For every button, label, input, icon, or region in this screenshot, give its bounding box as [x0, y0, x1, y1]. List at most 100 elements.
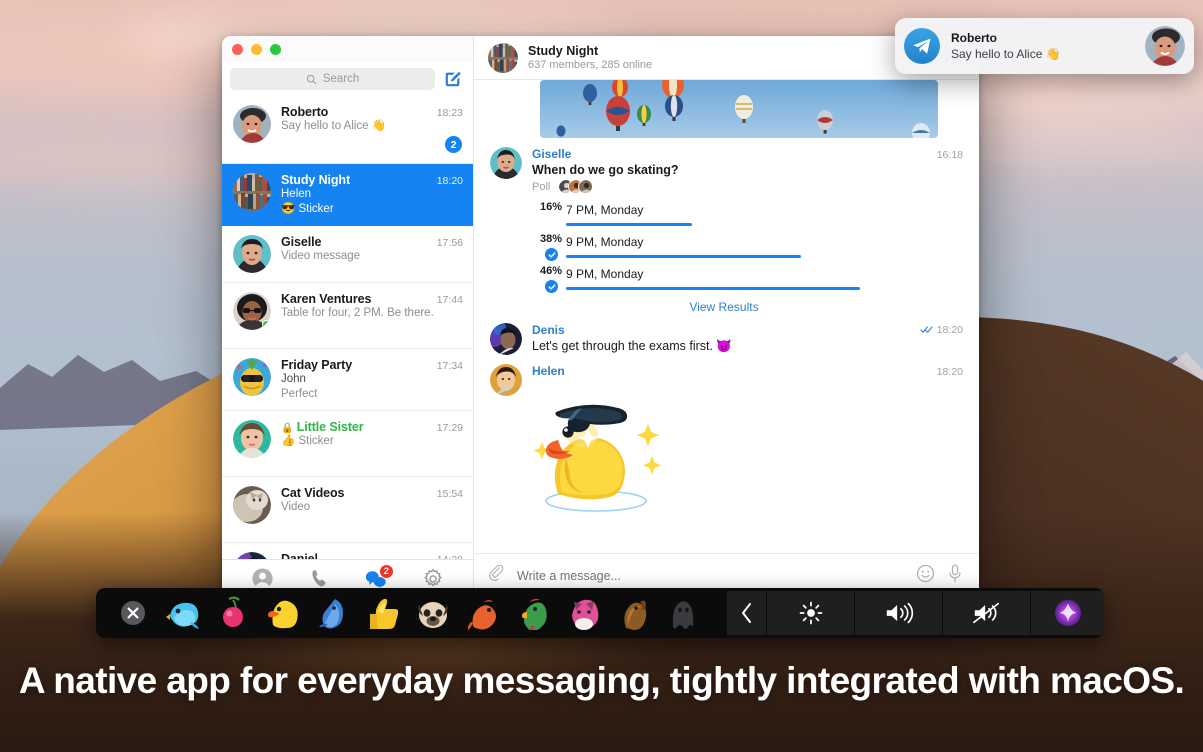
- touchbar-sticker-blue-bird[interactable]: [158, 593, 208, 633]
- brown-squirrel-sticker: [624, 600, 647, 630]
- poll-option[interactable]: 38% 9 PM, Monday: [532, 233, 963, 261]
- message-sender[interactable]: Giselle: [532, 147, 571, 161]
- chevron-left-icon: [741, 603, 751, 623]
- touchbar-volume-button[interactable]: [854, 591, 942, 635]
- touchbar-siri-button[interactable]: [1030, 591, 1104, 635]
- touchbar-sticker-pink-cat[interactable]: [558, 593, 608, 633]
- notification-banner[interactable]: Roberto Say hello to Alice 👋: [895, 18, 1194, 74]
- green-parrot-sticker: [522, 598, 547, 630]
- chat-list-item-study-night[interactable]: Study Night 18:20 Helen 😎 Sticker: [222, 164, 473, 227]
- chat-item-content: Daniel 14:28 Do you have any idea what t…: [281, 552, 463, 559]
- poll-bar: [566, 287, 860, 290]
- grey-ghost-sticker: [672, 601, 694, 629]
- photo-message-balloons[interactable]: [540, 80, 938, 138]
- view-results-button[interactable]: View Results: [574, 300, 874, 314]
- chat-list-item-cat-videos[interactable]: Cat Videos 15:54 Video: [222, 477, 473, 544]
- touchbar-sticker-strip[interactable]: [96, 593, 726, 633]
- touchbar-back-button[interactable]: [726, 591, 766, 635]
- chat-list-item-karen-ventures[interactable]: Karen Ventures 17:44 Table for four, 2 P…: [222, 283, 473, 350]
- poll-option[interactable]: 46% 9 PM, Monday: [532, 265, 963, 293]
- blue-dolphin-sticker: [319, 599, 343, 629]
- chat-preview: Video message: [281, 250, 361, 263]
- touchbar-sticker-green-parrot[interactable]: [508, 593, 558, 633]
- chat-item-content: Study Night 18:20 Helen 😎 Sticker: [281, 173, 463, 216]
- phone-icon: [312, 570, 326, 587]
- message-sender[interactable]: Denis: [532, 323, 565, 337]
- touchbar-close-button[interactable]: [108, 593, 158, 633]
- compose-pencil-icon: [445, 71, 461, 87]
- touchbar-sticker-pink-cherry[interactable]: [208, 593, 258, 633]
- poll-bar: [566, 255, 860, 258]
- speaker-on-icon: [886, 602, 913, 624]
- chat-time: 18:20: [436, 175, 463, 187]
- conversation-pane: Study Night 637 members, 285 online Gise…: [474, 36, 979, 597]
- paperclip-icon: [489, 564, 504, 581]
- chat-sender: Helen: [281, 188, 312, 200]
- chat-time: 15:54: [436, 488, 463, 501]
- attach-button[interactable]: [488, 564, 505, 587]
- window-titlebar: [222, 36, 473, 62]
- zoom-window-button[interactable]: [270, 43, 281, 55]
- rubber-duck-sunglasses-sticker: [533, 404, 662, 512]
- chat-item-content: 🔒 Little Sister 17:29 👍 Sticker: [281, 420, 463, 458]
- poll-percent: 38%: [539, 233, 562, 245]
- chat-name: Cat Videos: [281, 486, 345, 501]
- touchbar-controls: [726, 591, 1104, 635]
- touchbar-sticker-orange-fox[interactable]: [458, 593, 508, 633]
- poll-voters: [558, 179, 594, 194]
- close-window-button[interactable]: [232, 43, 243, 55]
- online-status-dot: [262, 320, 271, 330]
- compose-button[interactable]: [443, 69, 463, 89]
- yellow-duck-sticker: [268, 600, 298, 629]
- conversation-avatar[interactable]: [488, 42, 518, 73]
- message-time-text: 18:20: [936, 323, 963, 336]
- voice-record-button[interactable]: [947, 564, 963, 588]
- avatar: [233, 173, 271, 211]
- touchbar-sticker-brown-squirrel[interactable]: [608, 593, 658, 633]
- chat-list-item-roberto[interactable]: Roberto 18:23 Say hello to Alice 👋 2: [222, 96, 473, 164]
- conversation-subtitle: 637 members, 285 online: [528, 59, 653, 71]
- chat-list-item-giselle[interactable]: Giselle 17:56 Video message: [222, 226, 473, 284]
- touchbar-sticker-thumbs-up[interactable]: [358, 593, 408, 633]
- chat-name: 🔒 Little Sister: [281, 420, 364, 434]
- brightness-icon: [799, 601, 822, 625]
- emoji-button[interactable]: [916, 564, 935, 588]
- sticker-rubber-duck-sunglasses[interactable]: [532, 382, 963, 519]
- hot-air-balloons-photo: [540, 80, 938, 138]
- poll-percent: 46%: [539, 265, 562, 277]
- conversation-title-block: Study Night 637 members, 285 online: [528, 44, 905, 71]
- chat-list-item-friday-party[interactable]: Friday Party 17:34 John Perfect: [222, 349, 473, 412]
- chat-list[interactable]: Roberto 18:23 Say hello to Alice 👋 2 Stu…: [222, 96, 473, 559]
- avatar: [233, 552, 271, 559]
- touchbar-sticker-grey-ghost[interactable]: [658, 593, 708, 633]
- message-sender[interactable]: Helen: [532, 364, 565, 378]
- voter-avatar: [578, 179, 594, 194]
- avatar: [233, 358, 271, 397]
- chat-item-content: Giselle 17:56 Video message: [281, 235, 463, 273]
- chat-list-item-daniel[interactable]: Daniel 14:28 Do you have any idea what t…: [222, 543, 473, 559]
- lock-icon: 🔒: [281, 423, 294, 435]
- touchbar-mute-button[interactable]: [942, 591, 1030, 635]
- message-list[interactable]: Giselle 16:18 When do we go skating? Pol…: [474, 80, 979, 553]
- chat-name: Study Night: [281, 173, 351, 187]
- conversation-title: Study Night: [528, 44, 599, 58]
- message-input[interactable]: [517, 568, 904, 583]
- chat-time: 17:56: [436, 237, 463, 250]
- avatar: [490, 323, 522, 355]
- chat-time: 17:44: [436, 294, 463, 307]
- chat-list-item-little-sister[interactable]: 🔒 Little Sister 17:29 👍 Sticker: [222, 411, 473, 478]
- touchbar-brightness-button[interactable]: [766, 591, 854, 635]
- telegram-app-window: Search Roberto 18:23 Say hello to Alice …: [222, 36, 979, 597]
- touchbar-sticker-blue-dolphin[interactable]: [308, 593, 358, 633]
- paper-plane-icon: [913, 38, 931, 54]
- siri-icon: [1054, 599, 1081, 627]
- smiley-icon: [916, 564, 935, 582]
- poll-option[interactable]: 16% 7 PM, Monday: [532, 201, 963, 226]
- search-input[interactable]: Search: [230, 68, 435, 90]
- touchbar-sticker-yellow-duck[interactable]: [258, 593, 308, 633]
- minimize-window-button[interactable]: [251, 43, 262, 55]
- poll-option-label: 9 PM, Monday: [566, 267, 644, 281]
- macos-touch-bar: [96, 588, 1104, 638]
- touchbar-sticker-pug-dog[interactable]: [408, 593, 458, 633]
- unread-badge: 2: [445, 136, 462, 153]
